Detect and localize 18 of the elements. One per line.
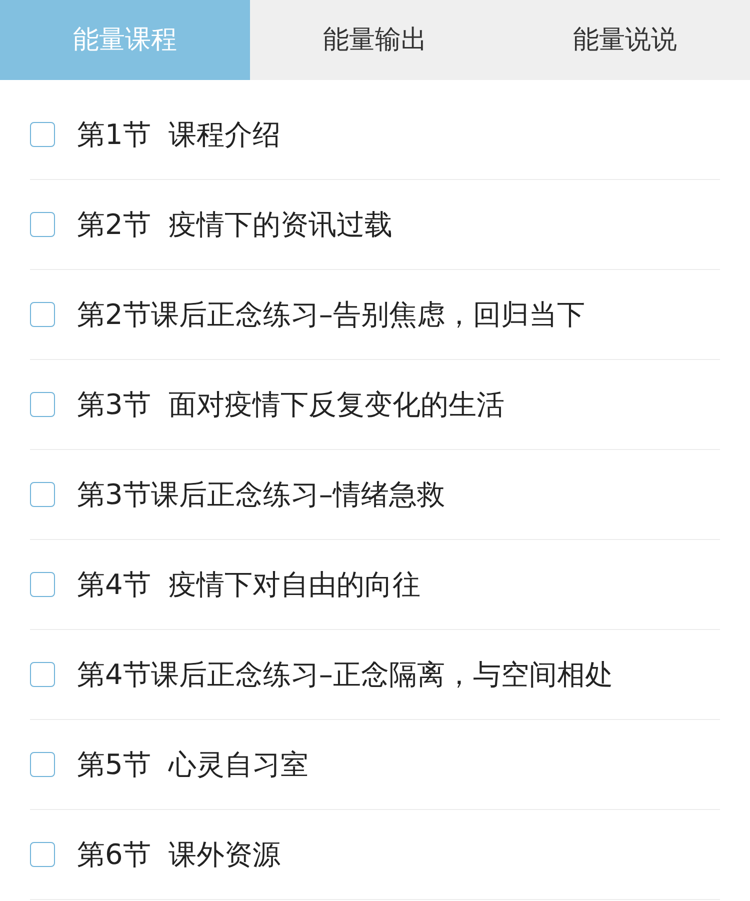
lesson-title[interactable]: 第2节课后正念练习–告别焦虑，回归当下 xyxy=(77,294,585,336)
checkbox[interactable] xyxy=(30,482,55,507)
lesson-title[interactable]: 第3节课后正念练习–情绪急救 xyxy=(77,474,445,516)
lesson-title[interactable]: 第4节 疫情下对自由的向往 xyxy=(77,564,421,606)
lesson-title[interactable]: 第3节 面对疫情下反复变化的生活 xyxy=(77,384,505,426)
checkbox[interactable] xyxy=(30,212,55,237)
lesson-title[interactable]: 第5节 心灵自习室 xyxy=(77,744,309,786)
checkbox[interactable] xyxy=(30,752,55,777)
checkbox[interactable] xyxy=(30,572,55,597)
checkbox[interactable] xyxy=(30,842,55,867)
lesson-title[interactable]: 第2节 疫情下的资讯过载 xyxy=(77,204,393,246)
checkbox[interactable] xyxy=(30,392,55,417)
lesson-title[interactable]: 第6节 课外资源 xyxy=(77,834,281,876)
checkbox[interactable] xyxy=(30,662,55,687)
checkbox[interactable] xyxy=(30,122,55,147)
lesson-title[interactable]: 第1节 课程介绍 xyxy=(77,114,281,156)
checkbox[interactable] xyxy=(30,302,55,327)
lesson-title[interactable]: 第4节课后正念练习–正念隔离，与空间相处 xyxy=(77,654,613,696)
